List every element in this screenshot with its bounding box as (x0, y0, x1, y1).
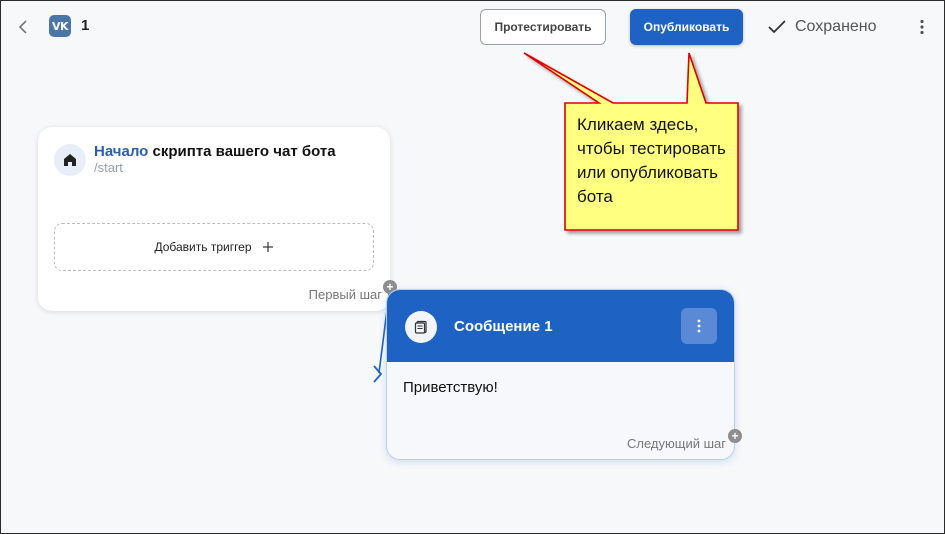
start-node-title: Начало скрипта вашего чат бота (94, 143, 336, 160)
message-text: Приветствую! (403, 379, 498, 396)
vk-logo: VK (49, 15, 71, 37)
message-node-title: Сообщение 1 (454, 318, 553, 335)
message-icon (414, 320, 427, 334)
back-button[interactable] (11, 15, 35, 39)
check-icon (768, 20, 786, 34)
message-node-output-port[interactable]: + (728, 429, 742, 443)
add-trigger-label: Добавить триггер (154, 240, 252, 254)
message-node-menu-button[interactable] (681, 308, 717, 344)
message-node[interactable]: Сообщение 1 Приветствую! Следующий шаг (386, 289, 735, 460)
annotation-text: Кликаем здесь, чтобы тестировать или опу… (577, 115, 726, 206)
start-node[interactable]: Начало скрипта вашего чат бота /start До… (38, 127, 390, 311)
start-command: /start (94, 160, 123, 175)
more-menu-button[interactable] (913, 15, 931, 39)
first-step-label: Первый шаг (308, 287, 382, 302)
start-title-rest: скрипта вашего чат бота (148, 143, 336, 160)
test-button[interactable]: Протестировать (480, 9, 606, 45)
add-trigger-button[interactable]: Добавить триггер (54, 223, 374, 271)
home-icon-wrap (54, 144, 86, 176)
publish-button[interactable]: Опубликовать (630, 9, 743, 45)
saved-status: Сохранено (767, 15, 877, 39)
message-node-header: Сообщение 1 (387, 290, 734, 362)
more-vertical-icon (920, 19, 924, 35)
home-icon (64, 154, 76, 166)
next-step-label: Следующий шаг (627, 436, 726, 451)
saved-label: Сохранено (795, 18, 877, 35)
start-title-accent: Начало (94, 143, 149, 160)
bot-name: 1 (81, 17, 90, 34)
plus-icon (262, 242, 273, 252)
more-vertical-icon (697, 319, 701, 333)
message-icon-wrap (405, 311, 437, 343)
chevron-left-icon (18, 20, 27, 34)
app-window: VK 1 Протестировать Опубликовать Сохране… (0, 0, 945, 534)
